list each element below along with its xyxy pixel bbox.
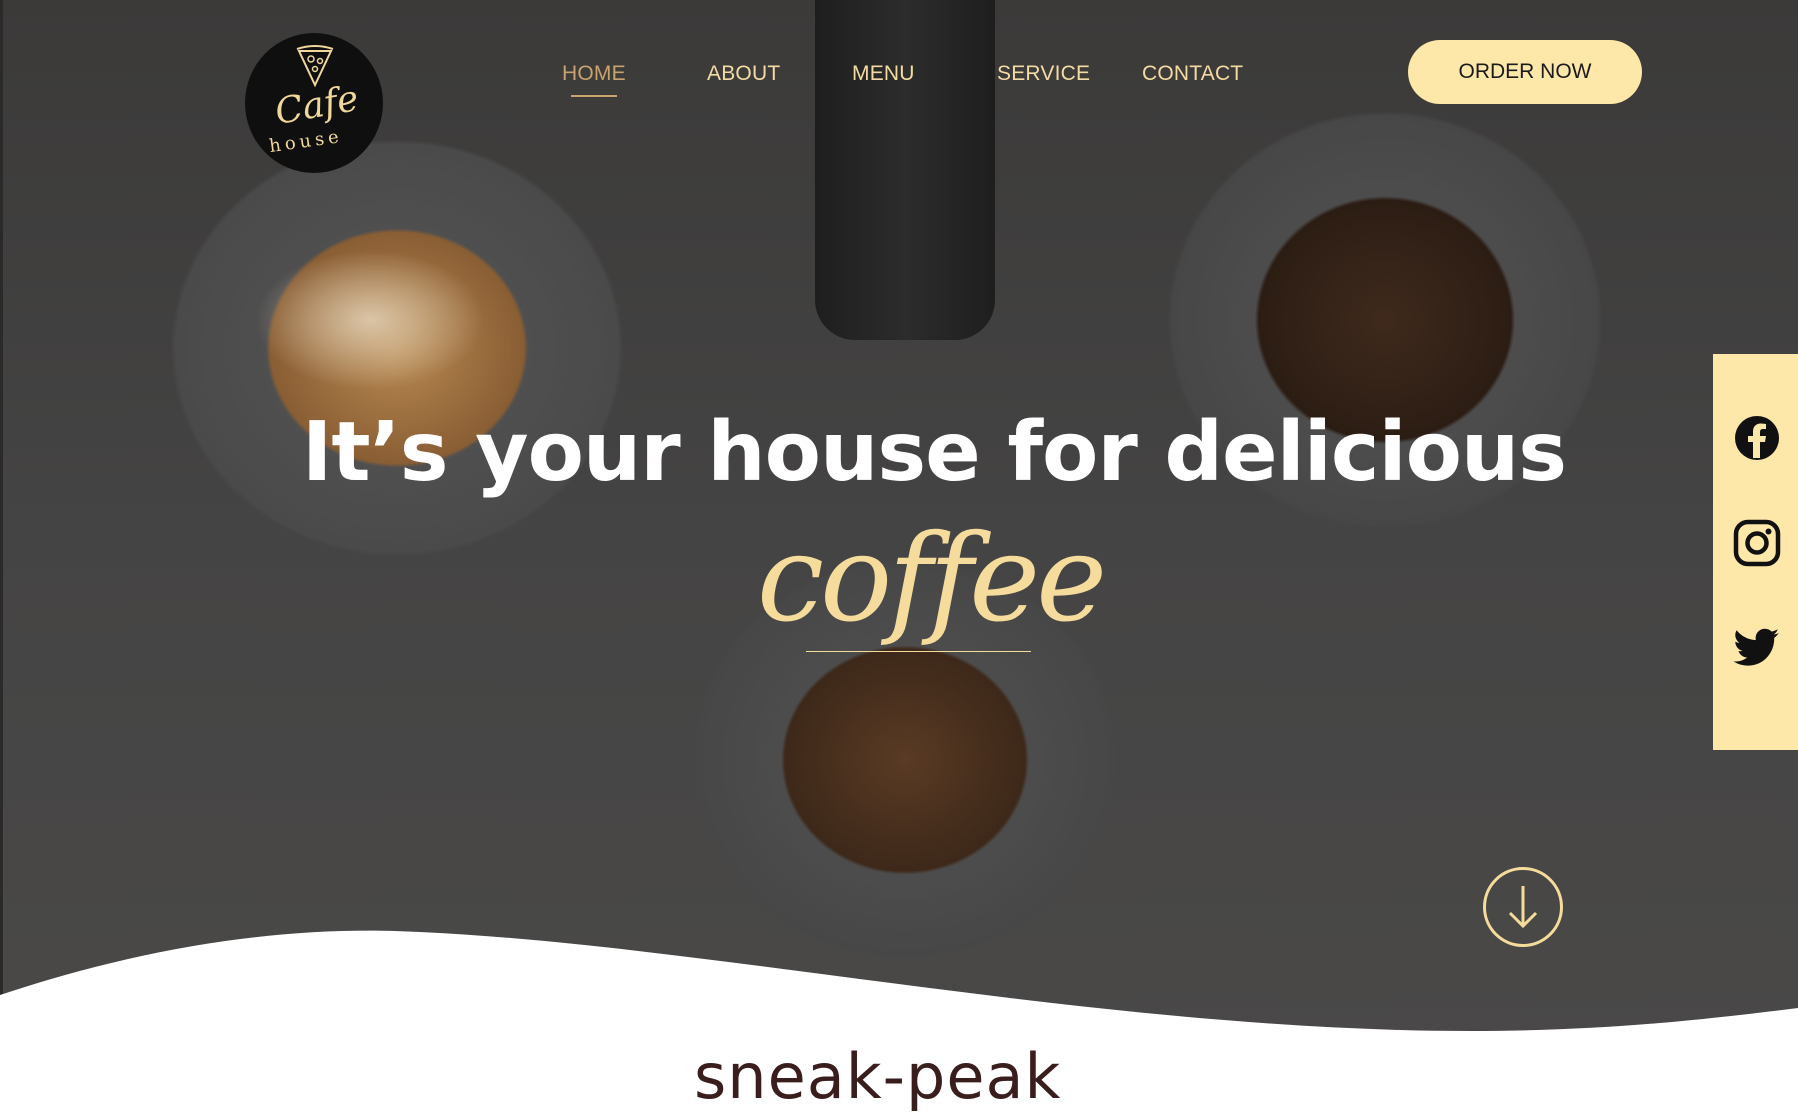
nav-menu[interactable]: MENU <box>852 62 915 86</box>
section-heading: sneak-peak <box>694 1040 1062 1113</box>
nav-service[interactable]: SERVICE <box>997 62 1090 86</box>
nav-active-underline <box>571 95 617 97</box>
scroll-down-button[interactable] <box>1483 867 1563 947</box>
script-underline <box>806 651 1031 652</box>
logo-script-text: Cafe <box>272 78 362 133</box>
order-now-button[interactable]: ORDER NOW <box>1408 40 1642 104</box>
nav-home[interactable]: HOME <box>562 62 626 86</box>
nav-contact[interactable]: CONTACT <box>1142 62 1243 86</box>
nav-about[interactable]: ABOUT <box>707 62 780 86</box>
hero-script-word: coffee <box>756 510 1107 649</box>
brand-logo[interactable]: Cafe house <box>245 33 383 173</box>
instagram-icon[interactable] <box>1733 519 1781 567</box>
twitter-icon[interactable] <box>1733 624 1781 672</box>
arrow-down-circle-icon <box>1508 886 1538 929</box>
hero-headline: It’s your house for delicious <box>301 405 1567 500</box>
